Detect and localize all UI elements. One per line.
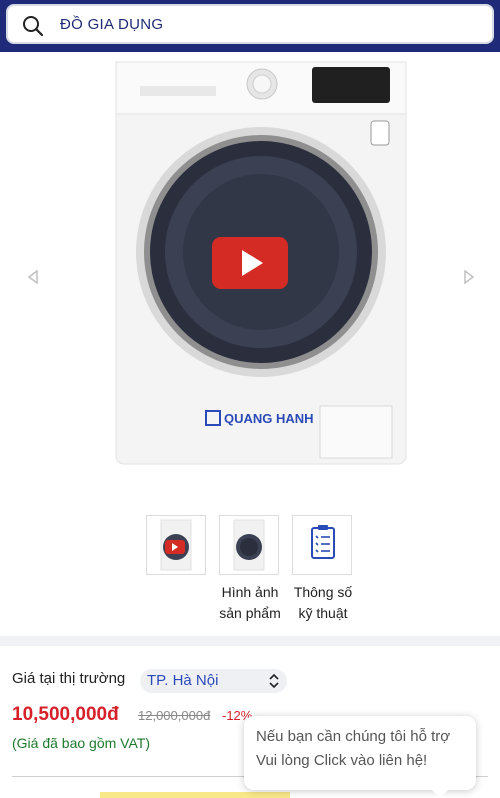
video-thumbnail-icon bbox=[160, 519, 192, 571]
tooltip-line-1: Nếu bạn cần chúng tôi hỗ trợ bbox=[256, 728, 451, 745]
prev-arrow-icon[interactable] bbox=[26, 270, 40, 284]
city-select[interactable]: TP. Hà Nội bbox=[140, 669, 287, 693]
partial-strip bbox=[100, 792, 290, 798]
search-text: ĐỒ GIA DỤNG bbox=[60, 16, 164, 33]
tooltip-line-2: Vui lòng Click vào liên hệ! bbox=[256, 752, 428, 769]
tooltip-tail bbox=[432, 790, 448, 798]
old-price: 12,000,000đ bbox=[138, 708, 211, 723]
thumbnail-video[interactable] bbox=[146, 515, 206, 575]
support-tooltip[interactable]: Nếu bạn cần chúng tôi hỗ trợ Vui lòng Cl… bbox=[244, 716, 476, 798]
specs-label[interactable]: Thông số kỹ thuật bbox=[286, 582, 360, 624]
city-value: TP. Hà Nội bbox=[147, 672, 219, 689]
next-arrow-icon[interactable] bbox=[462, 270, 476, 284]
images-label[interactable]: Hình ảnh sản phẩm bbox=[212, 582, 288, 624]
current-price: 10,500,000đ bbox=[12, 704, 119, 725]
market-price-label: Giá tại thị trường bbox=[12, 670, 126, 687]
updown-chevron-icon bbox=[269, 673, 279, 689]
search-input[interactable]: ĐỒ GIA DỤNG bbox=[6, 4, 494, 44]
header-bar: ĐỒ GIA DỤNG bbox=[0, 0, 500, 52]
checklist-icon bbox=[311, 525, 335, 559]
vat-note: (Giá đã bao gồm VAT) bbox=[12, 735, 150, 751]
washer-thumbnail-icon bbox=[233, 519, 265, 571]
thumbnail-specs[interactable] bbox=[292, 515, 352, 575]
section-divider bbox=[0, 636, 500, 646]
brand-watermark: QUANG HANH bbox=[224, 411, 314, 426]
product-image: QUANG HANH bbox=[115, 61, 407, 465]
product-gallery[interactable]: QUANG HANH bbox=[0, 52, 500, 492]
search-icon bbox=[23, 16, 44, 37]
thumbnail-strip bbox=[0, 515, 500, 585]
thumbnail-image[interactable] bbox=[219, 515, 279, 575]
